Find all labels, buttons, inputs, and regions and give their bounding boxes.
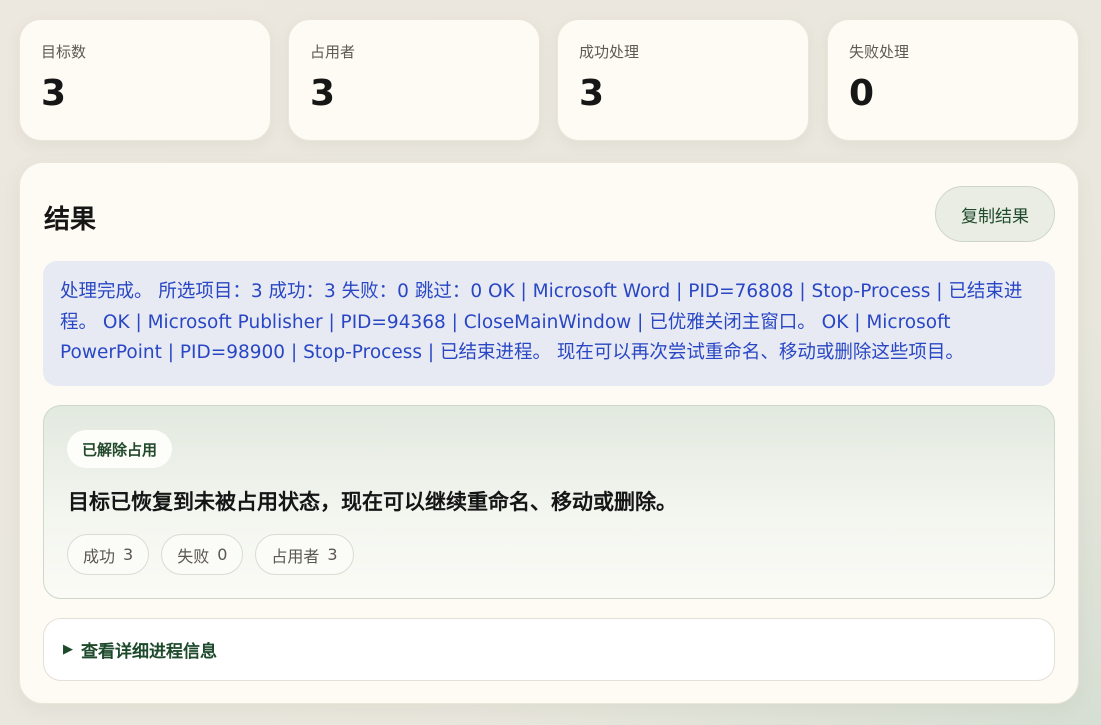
chip-value: 0 [217,545,228,564]
stat-label: 占用者 [310,43,356,61]
stat-card-occupants: 占用者 3 [288,19,540,141]
stat-value: 3 [579,73,605,114]
result-panel: 结果 复制结果 处理完成。 所选项目：3 成功：3 失败：0 跳过：0 OK |… [19,162,1079,704]
status-card: 已解除占用 目标已恢复到未被占用状态，现在可以继续重命名、移动或删除。 成功 3… [43,405,1055,599]
status-chips: 成功 3 失败 0 占用者 3 [67,534,354,575]
stat-value: 3 [41,73,67,114]
process-details-toggle[interactable]: ▶ 查看详细进程信息 [43,618,1055,681]
result-title: 结果 [44,205,97,235]
chip-label: 成功 [83,546,116,566]
chip-occupants: 占用者 3 [255,534,354,575]
stat-card-failed: 失败处理 0 [827,19,1079,141]
stat-value: 3 [310,73,336,114]
chip-value: 3 [327,545,338,564]
chip-label: 占用者 [271,546,320,566]
chip-value: 3 [123,545,134,564]
triangle-right-icon: ▶ [63,642,73,657]
status-heading: 目标已恢复到未被占用状态，现在可以继续重命名、移动或删除。 [68,490,677,514]
stat-value: 0 [849,73,875,114]
chip-failed: 失败 0 [161,534,244,575]
stat-card-targets: 目标数 3 [19,19,271,141]
details-label: 查看详细进程信息 [81,642,217,662]
result-message: 处理完成。 所选项目：3 成功：3 失败：0 跳过：0 OK | Microso… [43,261,1055,386]
status-badge: 已解除占用 [67,430,173,468]
chip-label: 失败 [177,546,210,566]
stat-label: 目标数 [41,43,87,61]
stat-label: 失败处理 [849,43,910,61]
stat-label: 成功处理 [579,43,640,61]
stat-card-success: 成功处理 3 [557,19,809,141]
chip-success: 成功 3 [67,534,150,575]
copy-result-button[interactable]: 复制结果 [935,186,1055,242]
